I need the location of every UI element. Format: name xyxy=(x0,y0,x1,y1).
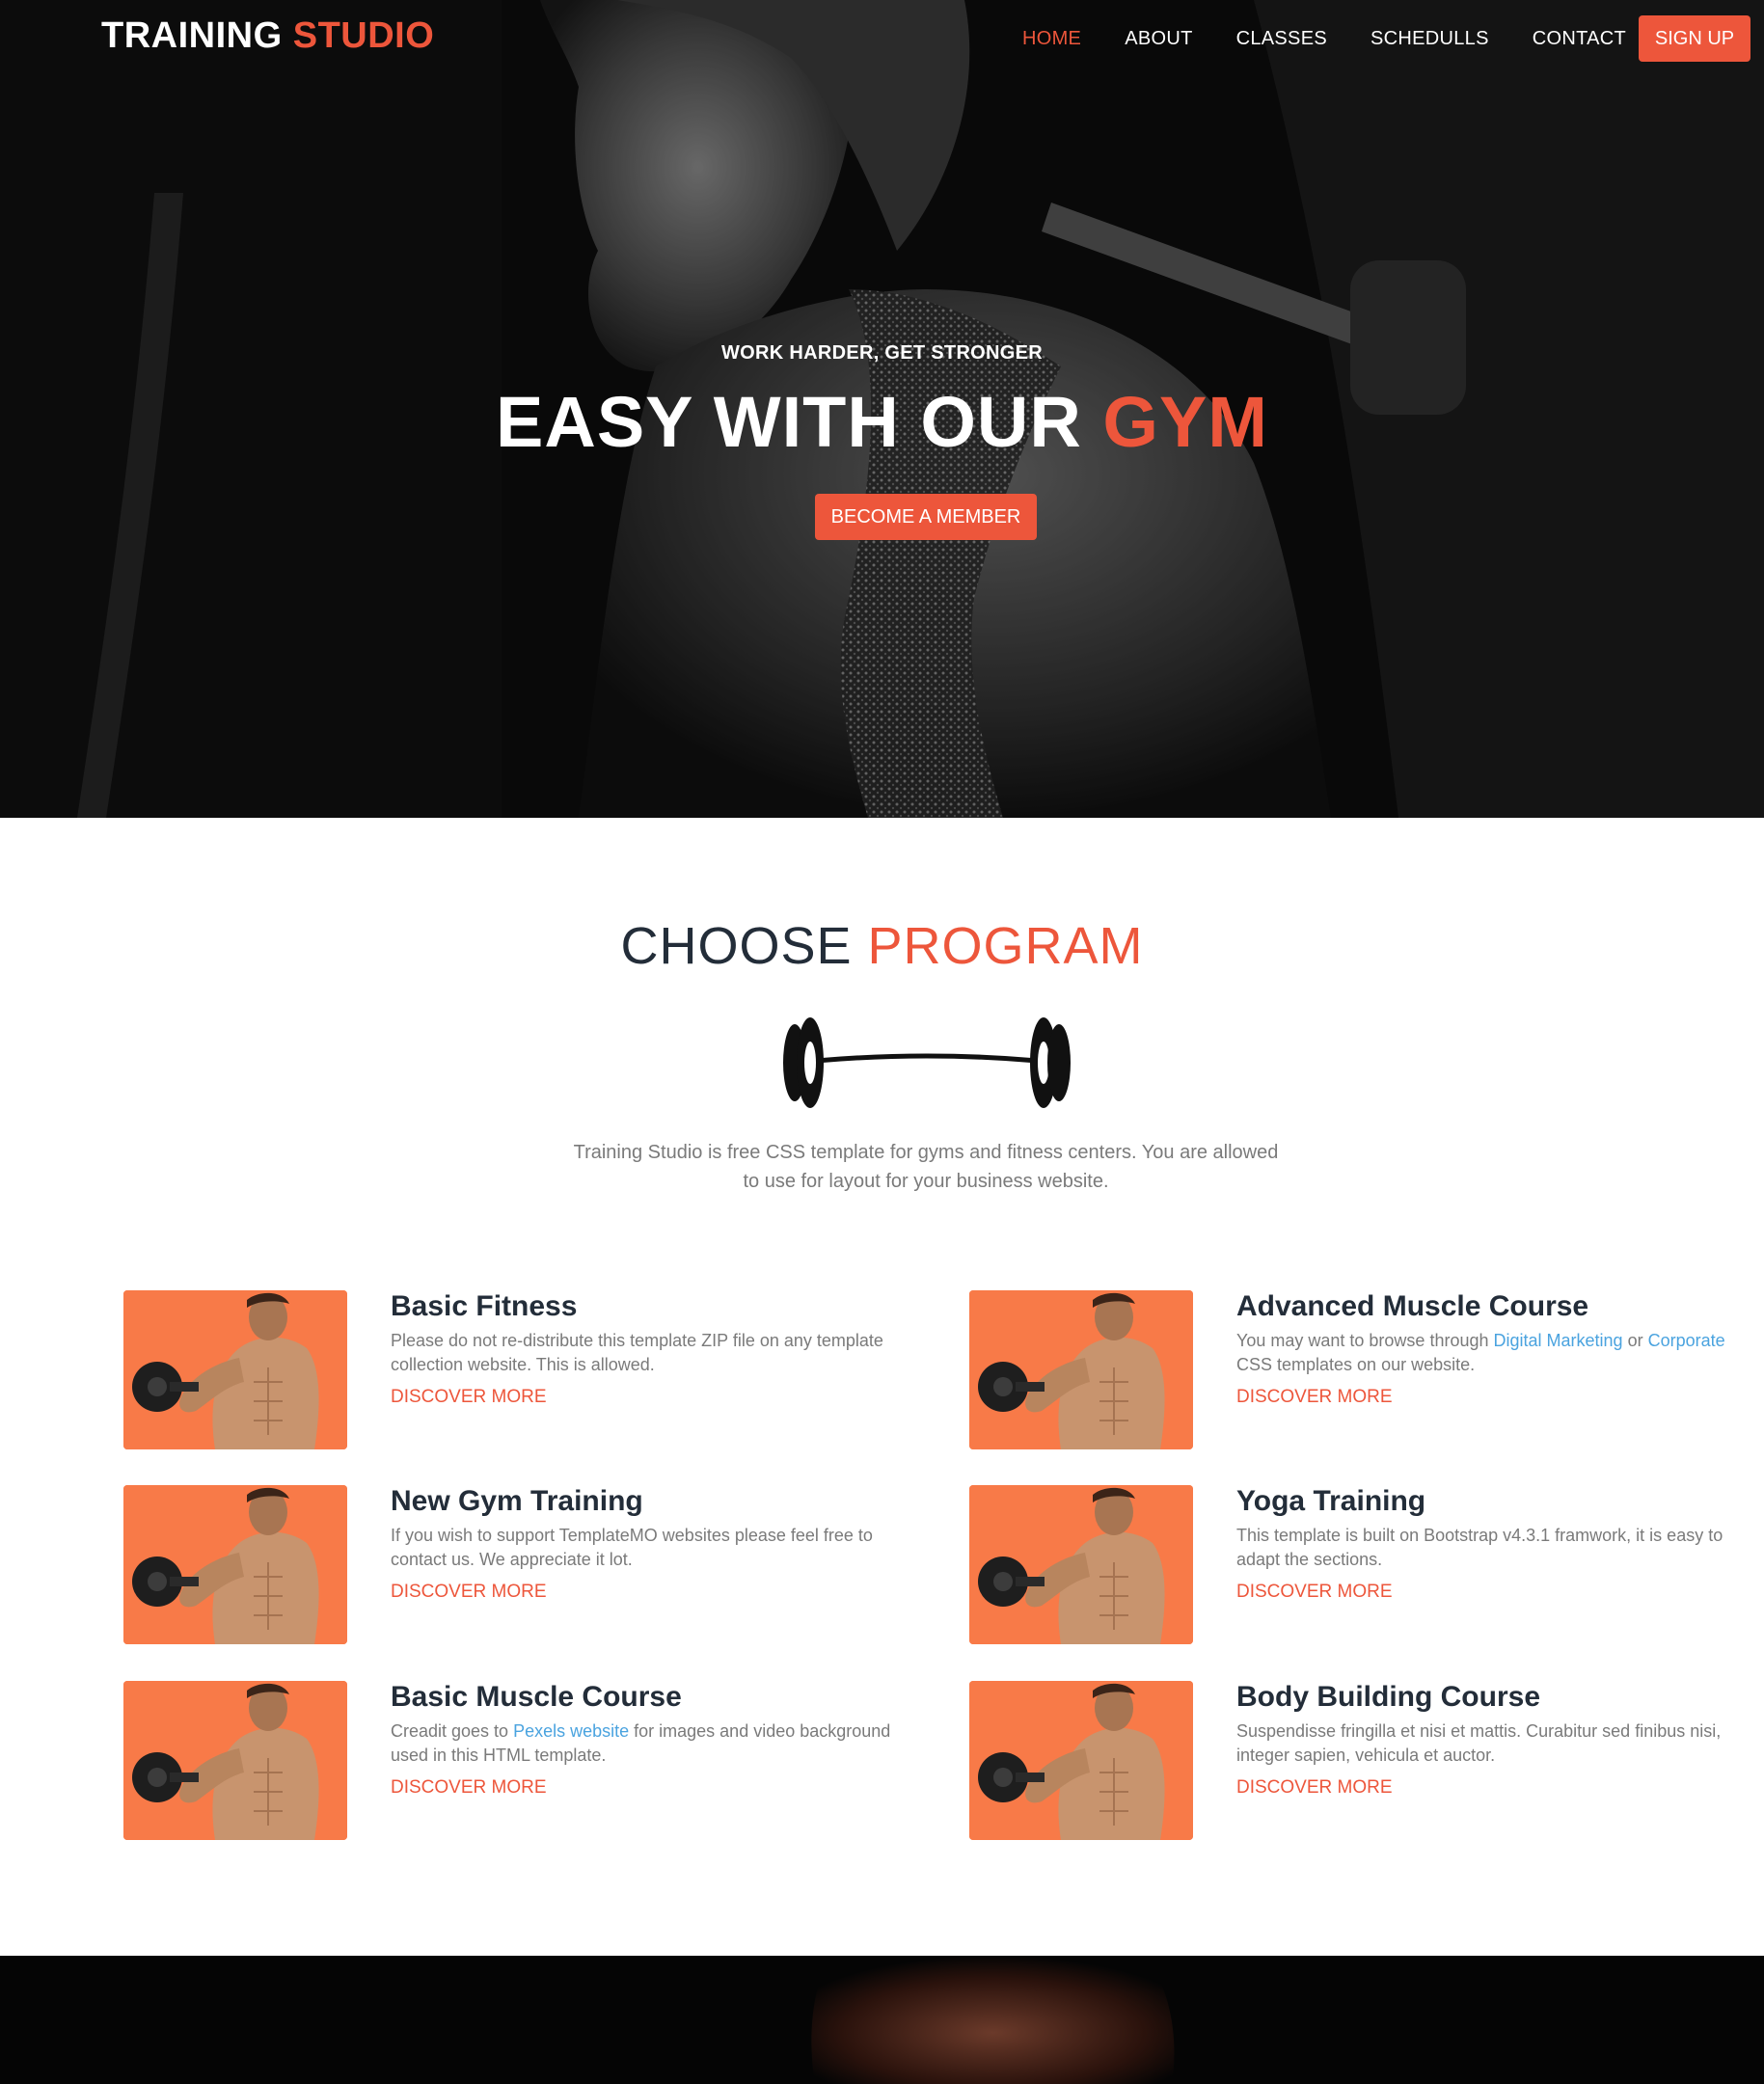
program-title[interactable]: New Gym Training xyxy=(391,1485,643,1518)
barbell-icon xyxy=(783,1017,1071,1108)
program-title[interactable]: Body Building Course xyxy=(1236,1681,1540,1714)
hero-title: EASY WITH OUR GYM xyxy=(0,381,1764,463)
program-image[interactable] xyxy=(123,1681,347,1840)
hero-title-main: EASY WITH OUR xyxy=(496,382,1082,462)
program-title[interactable]: Yoga Training xyxy=(1236,1485,1425,1518)
program-title[interactable]: Basic Muscle Course xyxy=(391,1681,682,1714)
bodybuilder-image xyxy=(123,1681,347,1840)
program-card: Body Building Course Suspendisse fringill… xyxy=(969,1681,1764,1845)
hero-subtitle: WORK HARDER, GET STRONGER xyxy=(720,342,1044,364)
program-image[interactable] xyxy=(969,1485,1193,1644)
program-card: Basic Fitness Please do not re-distribute… xyxy=(123,1290,953,1454)
bodybuilder-photo xyxy=(811,1956,1175,2084)
section-description: Training Studio is free CSS template for… xyxy=(573,1142,1279,1192)
discover-more-link[interactable]: DISCOVER MORE xyxy=(1236,1777,1393,1799)
program-description: Suspendisse fringilla et nisi et mattis.… xyxy=(1236,1719,1757,1768)
program-text-fragment: This template is built on Bootstrap v4.3… xyxy=(1236,1526,1723,1569)
program-title[interactable]: Advanced Muscle Course xyxy=(1236,1290,1588,1323)
program-text-fragment: You may want to browse through xyxy=(1236,1331,1494,1350)
program-text-fragment: CSS templates on our website. xyxy=(1236,1355,1476,1374)
program-title[interactable]: Basic Fitness xyxy=(391,1290,577,1323)
top-navbar: TRAINING STUDIO HOME ABOUT CLASSES SCHED… xyxy=(0,0,1764,77)
bodybuilder-image xyxy=(969,1485,1193,1644)
nav-contact[interactable]: CONTACT xyxy=(1533,28,1626,50)
program-image[interactable] xyxy=(969,1290,1193,1449)
nav-classes[interactable]: CLASSES xyxy=(1236,28,1327,50)
program-description: Creadit goes to Pexels website for image… xyxy=(391,1719,911,1768)
program-image[interactable] xyxy=(123,1485,347,1644)
discover-more-link[interactable]: DISCOVER MORE xyxy=(391,1777,547,1799)
discover-more-link[interactable]: DISCOVER MORE xyxy=(1236,1582,1393,1603)
section-title-main: CHOOSE xyxy=(620,917,853,975)
program-inline-link[interactable]: Corporate xyxy=(1648,1331,1725,1350)
discover-more-link[interactable]: DISCOVER MORE xyxy=(391,1387,547,1408)
program-text-fragment: If you wish to support TemplateMO websit… xyxy=(391,1526,873,1569)
program-inline-link[interactable]: Digital Marketing xyxy=(1494,1331,1623,1350)
logo-main-text: TRAINING xyxy=(101,15,283,56)
hero-title-accent: GYM xyxy=(1102,382,1268,462)
program-image[interactable] xyxy=(969,1681,1193,1840)
section-title-accent: PROGRAM xyxy=(867,917,1144,975)
bodybuilder-image xyxy=(969,1290,1193,1449)
nav-about[interactable]: ABOUT xyxy=(1125,28,1192,50)
become-member-button[interactable]: BECOME A MEMBER xyxy=(815,494,1037,540)
program-text-fragment: Please do not re-distribute this templat… xyxy=(391,1331,883,1374)
program-description: Please do not re-distribute this templat… xyxy=(391,1329,911,1377)
bottom-dark-section xyxy=(0,1956,1764,2084)
nav-schedulls[interactable]: SCHEDULLS xyxy=(1370,28,1489,50)
site-logo[interactable]: TRAINING STUDIO xyxy=(101,15,434,57)
bodybuilder-image xyxy=(969,1681,1193,1840)
section-title: CHOOSE PROGRAM xyxy=(0,916,1764,976)
sign-up-button[interactable]: SIGN UP xyxy=(1639,15,1750,62)
program-card: Yoga Training This template is built on B… xyxy=(969,1485,1764,1649)
program-description: This template is built on Bootstrap v4.3… xyxy=(1236,1524,1757,1572)
program-inline-link[interactable]: Pexels website xyxy=(513,1721,629,1741)
program-text-fragment: or xyxy=(1622,1331,1648,1350)
program-text-fragment: Suspendisse fringilla et nisi et mattis.… xyxy=(1236,1721,1722,1765)
bodybuilder-image xyxy=(123,1290,347,1449)
nav-home[interactable]: HOME xyxy=(1022,28,1081,50)
program-card: New Gym Training If you wish to support T… xyxy=(123,1485,953,1649)
hero-banner: TRAINING STUDIO HOME ABOUT CLASSES SCHED… xyxy=(0,0,1764,818)
bodybuilder-image xyxy=(123,1485,347,1644)
program-card: Advanced Muscle Course You may want to br… xyxy=(969,1290,1764,1454)
program-card: Basic Muscle Course Creadit goes to Pexel… xyxy=(123,1681,953,1845)
main-nav: HOME ABOUT CLASSES SCHEDULLS CONTACT xyxy=(1022,0,1669,77)
program-text-fragment: Creadit goes to xyxy=(391,1721,514,1741)
discover-more-link[interactable]: DISCOVER MORE xyxy=(391,1582,547,1603)
program-description: You may want to browse through Digital M… xyxy=(1236,1329,1757,1377)
program-description: If you wish to support TemplateMO websit… xyxy=(391,1524,911,1572)
discover-more-link[interactable]: DISCOVER MORE xyxy=(1236,1387,1393,1408)
program-image[interactable] xyxy=(123,1290,347,1449)
logo-accent-text: STUDIO xyxy=(292,15,435,56)
